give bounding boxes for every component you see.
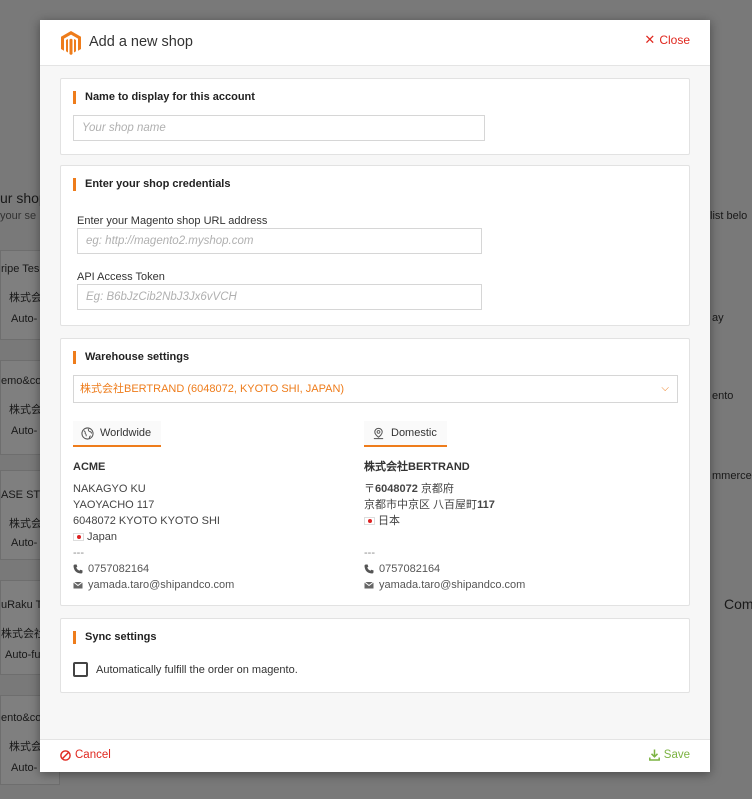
- address-country: Japan: [73, 529, 343, 545]
- shop-url-input[interactable]: eg: http://magento2.myshop.com: [77, 228, 482, 254]
- tab-label: Domestic: [391, 427, 437, 439]
- close-icon: ✕: [644, 32, 656, 47]
- address-line: YAOYACHO 117: [73, 499, 155, 511]
- section-title: Enter your shop credentials: [73, 178, 230, 191]
- prefecture: 京都府: [420, 483, 454, 495]
- section-title: Warehouse settings: [73, 351, 189, 364]
- modal-title: Add a new shop: [89, 34, 193, 50]
- postal-prefix: 〒: [364, 483, 375, 495]
- api-token-input[interactable]: Eg: B6bJzCib2NbJ3Jx6vVCH: [77, 284, 482, 310]
- url-label: Enter your Magento shop URL address: [77, 215, 268, 227]
- credentials-section: Enter your shop credentials Enter your M…: [60, 165, 690, 326]
- address-phone: 0757082164: [73, 561, 343, 577]
- section-title: Sync settings: [73, 631, 157, 644]
- country-name: 日本: [378, 515, 400, 527]
- tab-worldwide[interactable]: Worldwide: [73, 421, 162, 447]
- close-label: Close: [659, 33, 690, 47]
- cancel-label: Cancel: [75, 749, 111, 761]
- tab-label: Worldwide: [100, 427, 152, 439]
- address-line: NAKAGYO KU: [73, 483, 146, 495]
- add-shop-modal: Add a new shop ✕ Close Name to display f…: [40, 20, 710, 772]
- japan-flag-icon: [73, 533, 84, 541]
- shop-name-input[interactable]: Your shop name: [73, 115, 485, 141]
- postal-code: 6048072: [375, 483, 418, 495]
- address-email: yamada.taro@shipandco.com: [73, 577, 343, 593]
- email-address: yamada.taro@shipandco.com: [88, 579, 235, 591]
- mail-icon: [73, 581, 83, 589]
- address-line: 京都市中京区 八百屋町117: [364, 497, 664, 513]
- location-pin-icon: [373, 427, 384, 439]
- address-separator: ---: [73, 547, 84, 559]
- token-label: API Access Token: [77, 271, 165, 283]
- section-title: Name to display for this account: [73, 91, 255, 104]
- warehouse-select[interactable]: 株式会社BERTRAND (6048072, KYOTO SHI, JAPAN)…: [73, 375, 678, 403]
- address-company: ACME: [73, 461, 106, 473]
- modal-body: Name to display for this account Your sh…: [40, 66, 710, 739]
- address-line: 〒6048072 京都府: [364, 481, 664, 497]
- display-name-section: Name to display for this account Your sh…: [60, 78, 690, 155]
- auto-fulfill-checkbox[interactable]: [73, 662, 88, 677]
- address-phone: 0757082164: [364, 561, 664, 577]
- address-country: 日本: [364, 513, 664, 529]
- address-number: 117: [477, 499, 495, 511]
- mail-icon: [364, 581, 374, 589]
- cancel-button[interactable]: Cancel: [60, 749, 111, 761]
- cancel-icon: [60, 749, 71, 761]
- address-company: 株式会社BERTRAND: [364, 461, 470, 473]
- address-email: yamada.taro@shipandco.com: [364, 577, 664, 593]
- magento-logo-icon: [61, 31, 81, 55]
- japan-flag-icon: [364, 517, 375, 525]
- close-button[interactable]: ✕ Close: [644, 32, 690, 48]
- address-line: 6048072 KYOTO KYOTO SHI: [73, 515, 220, 527]
- save-label: Save: [663, 749, 690, 761]
- download-icon: [648, 749, 660, 761]
- phone-number: 0757082164: [379, 563, 441, 575]
- globe-icon: [81, 426, 94, 440]
- email-address: yamada.taro@shipandco.com: [379, 579, 526, 591]
- phone-number: 0757082164: [88, 563, 150, 575]
- modal-header: Add a new shop ✕ Close: [40, 20, 710, 66]
- auto-fulfill-label[interactable]: Automatically fulfill the order on magen…: [96, 664, 298, 676]
- phone-icon: [73, 564, 83, 574]
- chevron-down-icon: ⌵: [661, 383, 669, 394]
- worldwide-address: ACME NAKAGYO KU YAOYACHO 117 6048072 KYO…: [73, 459, 343, 593]
- address-spacer: [364, 529, 664, 545]
- address-street: 京都市中京区 八百屋町: [364, 499, 478, 511]
- country-name: Japan: [87, 531, 117, 543]
- domestic-address: 株式会社BERTRAND 〒6048072 京都府 京都市中京区 八百屋町117…: [364, 459, 664, 593]
- address-separator: ---: [364, 547, 375, 559]
- tab-domestic[interactable]: Domestic: [364, 421, 447, 447]
- modal-footer: Cancel Save: [40, 739, 710, 772]
- warehouse-section: Warehouse settings 株式会社BERTRAND (6048072…: [60, 338, 690, 606]
- sync-section: Sync settings Automatically fulfill the …: [60, 618, 690, 693]
- phone-icon: [364, 564, 374, 574]
- warehouse-selected-value: 株式会社BERTRAND (6048072, KYOTO SHI, JAPAN): [80, 383, 345, 395]
- save-button[interactable]: Save: [648, 749, 690, 761]
